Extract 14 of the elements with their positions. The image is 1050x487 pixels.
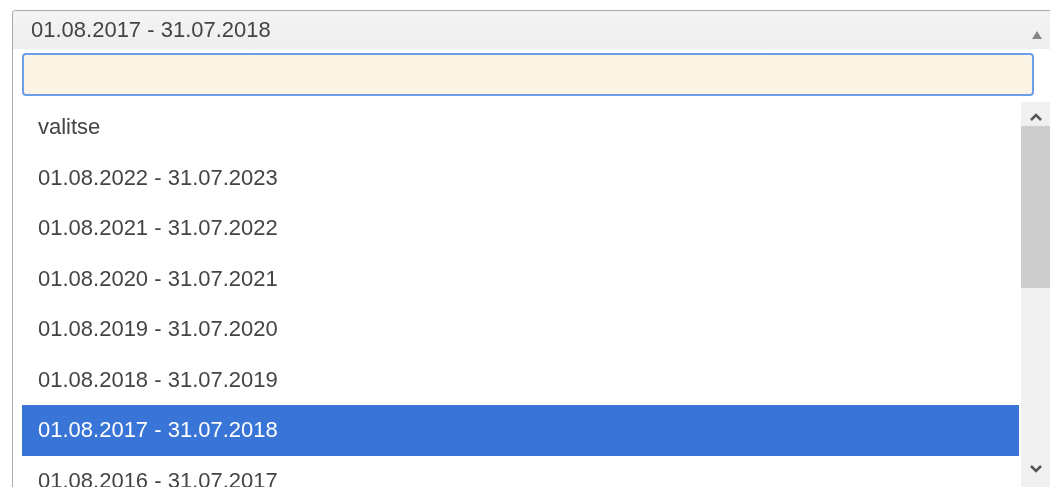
option-item[interactable]: 01.08.2018 - 31.07.2019 [22,354,1019,405]
scrollbar[interactable] [1021,102,1050,487]
select-box[interactable]: 01.08.2017 - 31.07.2018 [13,11,1050,49]
option-item[interactable]: 01.08.2022 - 31.07.2023 [22,152,1019,203]
scroll-down-icon[interactable] [1028,464,1043,474]
option-item[interactable]: valitse [22,102,1019,153]
scroll-up-icon[interactable] [1028,112,1043,122]
option-item[interactable]: 01.08.2017 - 31.07.2018 [22,405,1019,456]
option-item[interactable]: 01.08.2021 - 31.07.2022 [22,203,1019,254]
option-item[interactable]: 01.08.2020 - 31.07.2021 [22,253,1019,304]
search-field[interactable] [22,53,1034,96]
up-arrow-icon [1032,31,1042,39]
option-item[interactable]: 01.08.2019 - 31.07.2020 [22,304,1019,355]
scrollbar-thumb[interactable] [1021,126,1050,288]
